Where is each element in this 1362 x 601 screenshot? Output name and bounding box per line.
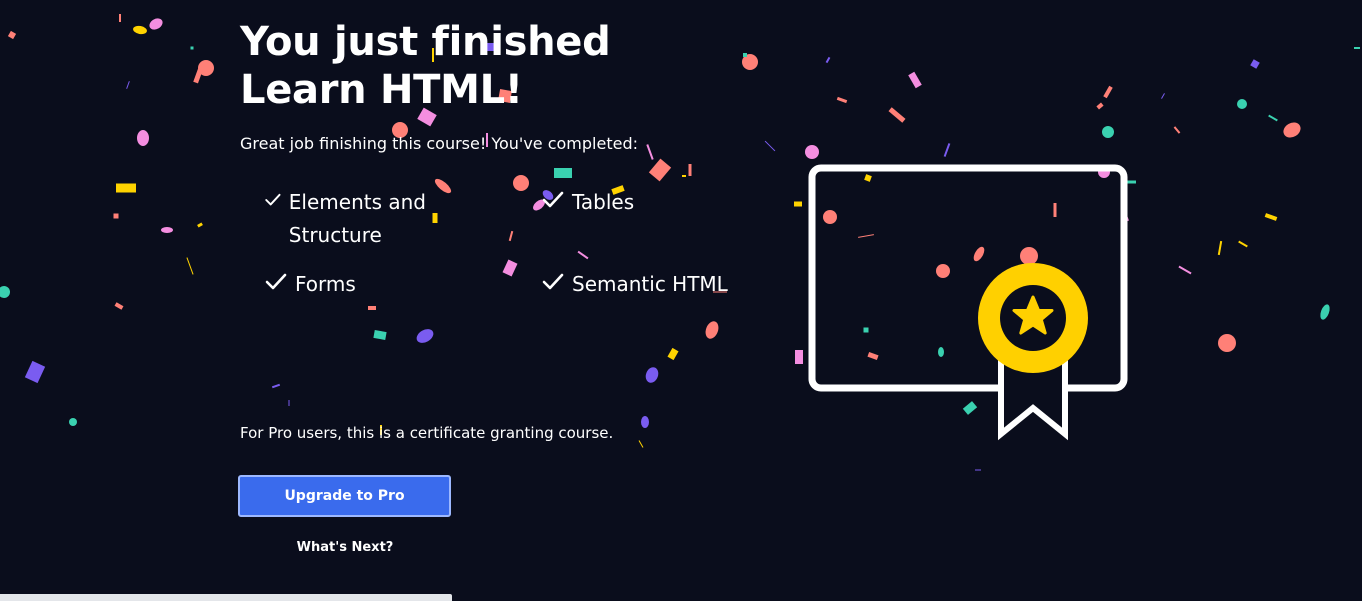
title-line-2: Learn HTML! [240,67,523,113]
confetti-piece [288,400,290,406]
confetti-piece [836,96,848,104]
confetti-piece [197,222,203,228]
confetti-piece [1102,126,1114,138]
confetti-piece [682,175,686,177]
certificate-icon [808,164,1128,441]
confetti-piece [114,302,124,310]
confetti-piece [908,71,922,89]
confetti-piece [825,56,831,64]
whats-next-link[interactable]: What's Next? [240,540,450,555]
confetti-piece [805,145,819,159]
confetti-piece [0,286,10,298]
confetti-piece [368,306,376,310]
upgrade-to-pro-button[interactable]: Upgrade to Pro [238,475,451,517]
check-icon [542,273,564,290]
title-line-1: You just finished [240,19,611,65]
confetti-piece [1268,114,1278,122]
lesson-label: Forms [295,272,356,296]
confetti-piece [1217,240,1223,256]
confetti-piece [137,130,149,146]
lesson-label: Semantic HTML [572,272,728,296]
confetti-piece [7,30,17,40]
confetti-piece [1264,213,1278,221]
confetti-piece [1320,304,1330,320]
confetti-piece [119,14,121,22]
confetti-piece [161,227,173,233]
confetti-piece [126,81,130,89]
page-title: You just finished Learn HTML! [240,18,611,114]
lesson-label: Elements and Structure [288,190,426,247]
confetti-piece [648,158,672,182]
pro-certificate-note: For Pro users, this is a certificate gra… [240,424,614,442]
confetti-piece [1283,122,1301,138]
confetti-piece [975,469,981,471]
confetti-piece [888,107,906,123]
browser-status-bar [0,594,452,601]
lesson-item-tables: Tables [541,186,634,219]
confetti-piece [149,18,163,30]
completed-lessons-list: Elements and Structure Tables Forms Sema… [264,186,764,306]
confetti-piece [1238,240,1248,248]
confetti-piece [1103,85,1113,99]
confetti-piece [1218,334,1236,352]
check-icon [542,191,564,208]
confetti-piece [373,330,387,340]
confetti-piece [688,164,692,176]
confetti-piece [554,168,572,178]
lesson-item-elements-and-structure: Elements and Structure [264,186,464,252]
confetti-piece [24,360,46,384]
confetti-piece [1161,93,1165,99]
check-icon [265,193,281,206]
confetti-piece [646,144,654,160]
confetti-piece [1250,59,1260,69]
confetti-piece [416,329,434,343]
confetti-piece [641,416,649,428]
lesson-item-semantic-html: Semantic HTML [541,268,728,301]
lesson-item-forms: Forms [264,268,356,301]
confetti-piece [69,418,77,426]
confetti-piece [1173,126,1181,134]
confetti-piece [1178,265,1192,275]
check-icon [265,273,287,290]
confetti-piece [133,25,147,35]
lesson-label: Tables [572,190,635,214]
confetti-piece [743,53,747,57]
confetti-piece [645,367,659,383]
confetti-piece [116,183,136,193]
confetti-piece [943,143,951,157]
confetti-piece [705,321,719,339]
confetti-piece [1237,99,1247,109]
completion-screen: You just finished Learn HTML! Great job … [0,0,1362,601]
confetti-piece [667,347,679,361]
confetti-piece [271,383,281,389]
confetti-piece [193,68,203,84]
confetti-piece [1354,47,1360,49]
confetti-piece [764,140,776,152]
confetti-piece [113,213,119,219]
confetti-piece [190,46,194,50]
completion-intro: Great job finishing this course! You've … [240,134,638,153]
confetti-piece [186,257,194,275]
confetti-piece [638,440,644,448]
confetti-piece [1096,102,1104,110]
